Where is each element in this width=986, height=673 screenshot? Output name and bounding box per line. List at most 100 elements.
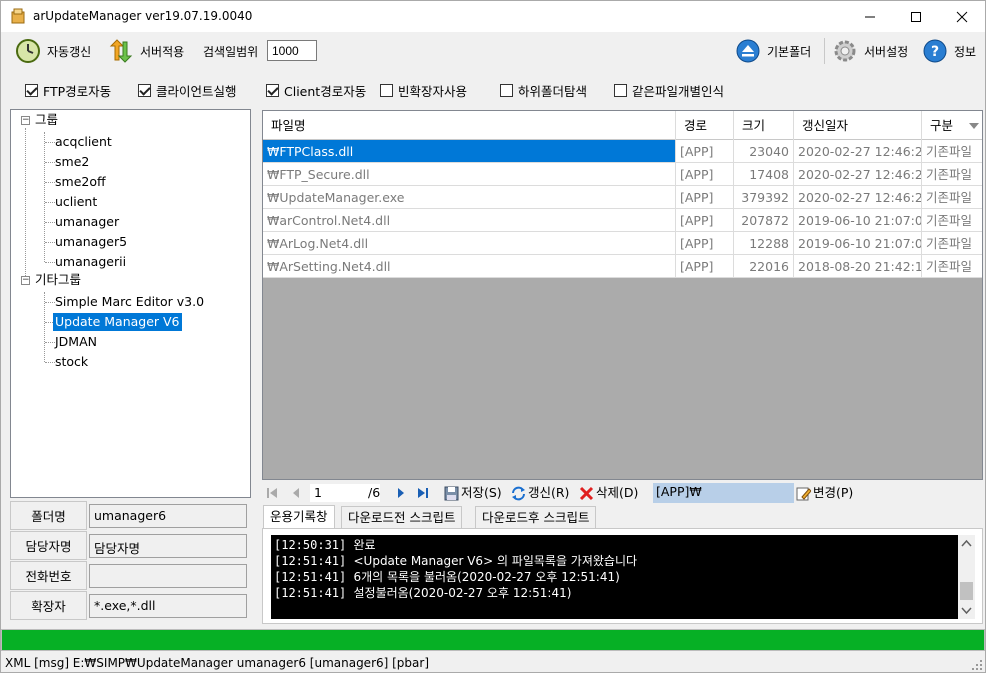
same-file-individual-checkbox[interactable]: 같은파일개별인식 (614, 81, 724, 100)
cell-date[interactable]: 2020-02-27 12:46:20 (794, 186, 922, 209)
maximize-button[interactable] (893, 1, 939, 32)
last-page-button[interactable] (417, 484, 429, 502)
checkbox-box[interactable] (25, 84, 38, 97)
column-header-date[interactable]: 갱신일자 (794, 111, 922, 140)
cell-size[interactable]: 12288 (734, 232, 794, 255)
tab-post-download-script[interactable]: 다운로드후 스크립트 (475, 506, 597, 529)
cell-type[interactable]: 기존파일 (922, 140, 982, 163)
checkbox-box[interactable] (138, 84, 151, 97)
cell-type[interactable]: 기존파일 (922, 209, 982, 232)
client-path-auto-checkbox[interactable]: Client경로자동 (266, 81, 366, 100)
client-run-checkbox[interactable]: 클라이언트실행 (138, 81, 237, 100)
default-folder-button[interactable]: 기본폴더 (735, 36, 811, 66)
column-header-size[interactable]: 크기 (734, 111, 794, 140)
next-page-button[interactable] (395, 484, 407, 502)
cell-date[interactable]: 2019-06-10 21:07:09 (794, 232, 922, 255)
tree-collapse-icon[interactable]: − (21, 116, 30, 125)
group-tree[interactable]: − 그룹 acqclient sme2 sme2off uclient uman… (10, 109, 251, 498)
tree-item[interactable]: Simple Marc Editor v3.0 (55, 293, 204, 311)
server-apply-button[interactable]: 서버적용 (108, 36, 184, 66)
save-button[interactable]: 저장(S) (444, 484, 502, 502)
first-page-button[interactable] (266, 484, 278, 502)
tree-item-selected[interactable]: Update Manager V6 (53, 313, 182, 331)
ftp-path-auto-checkbox[interactable]: FTP경로자동 (25, 81, 111, 100)
table-row[interactable]: ₩UpdateManager.exe [APP] 379392 2020-02-27 … (263, 186, 982, 209)
tree-item[interactable]: umanager (55, 213, 119, 231)
cell-filename[interactable]: ₩UpdateManager.exe (263, 186, 676, 209)
cell-filename[interactable]: ₩ArLog.Net4.dll (263, 232, 676, 255)
cell-size[interactable]: 23040 (734, 140, 794, 163)
delete-button[interactable]: 삭제(D) (579, 484, 638, 502)
table-row[interactable]: ₩arControl.Net4.dll [APP] 207872 2019-06-10… (263, 209, 982, 232)
auto-update-button[interactable]: 자동갱신 (15, 36, 91, 66)
tree-item[interactable]: sme2 (55, 153, 89, 171)
table-row[interactable]: ₩FTP_Secure.dll [APP] 17408 2020-02-27 12:4… (263, 163, 982, 186)
checkbox-box[interactable] (500, 84, 513, 97)
tree-group-node[interactable]: 기타그룹 (35, 271, 81, 289)
owner-field[interactable]: 담당자명 (89, 534, 247, 558)
tree-collapse-icon[interactable]: − (21, 276, 30, 285)
checkbox-box[interactable] (266, 84, 279, 97)
server-settings-button[interactable]: 서버설정 (832, 36, 908, 66)
table-row[interactable]: ₩ArSetting.Net4.dll [APP] 22016 2018-08-20 … (263, 255, 982, 278)
cell-type[interactable]: 기존파일 (922, 163, 982, 186)
tree-item[interactable]: sme2off (55, 173, 106, 191)
cell-date[interactable]: 2020-02-27 12:46:20 (794, 140, 922, 163)
cell-path[interactable]: [APP] (676, 163, 734, 186)
cell-path[interactable]: [APP] (676, 255, 734, 278)
table-row[interactable]: ₩ArLog.Net4.dll [APP] 12288 2019-06-10 21:0… (263, 232, 982, 255)
tree-item[interactable]: stock (55, 353, 88, 371)
cell-filename[interactable]: ₩FTP_Secure.dll (263, 163, 676, 186)
file-grid[interactable]: 파일명 경로 크기 갱신일자 구분 ₩FTPClass.dll [APP] 2304… (262, 110, 983, 480)
cell-type[interactable]: 기존파일 (922, 232, 982, 255)
cell-size[interactable]: 379392 (734, 186, 794, 209)
search-range-input[interactable] (267, 40, 317, 61)
cell-size[interactable]: 207872 (734, 209, 794, 232)
scroll-down-icon[interactable] (958, 603, 975, 617)
tab-operation-log[interactable]: 운용기록창 (263, 505, 335, 530)
extension-field[interactable]: *.exe,*.dll (89, 594, 247, 618)
empty-extension-checkbox[interactable]: 빈확장자사용 (380, 81, 467, 100)
minimize-button[interactable] (847, 1, 893, 32)
column-header-path[interactable]: 경로 (676, 111, 734, 140)
tree-item[interactable]: umanager5 (55, 233, 127, 251)
cell-date[interactable]: 2019-06-10 21:07:09 (794, 209, 922, 232)
cell-date[interactable]: 2018-08-20 21:42:15 (794, 255, 922, 278)
cell-type[interactable]: 기존파일 (922, 186, 982, 209)
log-console[interactable]: [12:50:31] 완료 [12:51:41] <Update Manager… (271, 535, 975, 619)
tree-item[interactable]: uclient (55, 193, 97, 211)
cell-filename[interactable]: ₩arControl.Net4.dll (263, 209, 676, 232)
tree-item[interactable]: acqclient (55, 133, 112, 151)
tree-item[interactable]: JDMAN (55, 333, 97, 351)
close-button[interactable] (939, 1, 985, 32)
checkbox-box[interactable] (614, 84, 627, 97)
about-button[interactable]: ? 정보 (922, 36, 976, 66)
folder-field[interactable]: umanager6 (89, 504, 247, 528)
cell-filename[interactable]: ₩ArSetting.Net4.dll (263, 255, 676, 278)
cell-type[interactable]: 기존파일 (922, 255, 982, 278)
cell-path[interactable]: [APP] (676, 232, 734, 255)
tree-item[interactable]: umanagerii (55, 253, 126, 271)
scroll-thumb[interactable] (960, 582, 973, 600)
cell-size[interactable]: 17408 (734, 163, 794, 186)
tree-group-node[interactable]: 그룹 (35, 111, 58, 129)
phone-field[interactable] (89, 564, 247, 588)
refresh-button[interactable]: 갱신(R) (511, 484, 569, 502)
table-row[interactable]: ₩FTPClass.dll [APP] 23040 2020-02-27 12:46:… (263, 140, 982, 163)
cell-path[interactable]: [APP] (676, 140, 734, 163)
log-scrollbar[interactable] (958, 535, 975, 619)
tab-pre-download-script[interactable]: 다운로드전 스크립트 (341, 506, 463, 529)
change-button[interactable]: 변경(P) (796, 484, 853, 502)
path-input[interactable]: [APP]₩ (653, 483, 794, 503)
scroll-up-icon[interactable] (958, 537, 975, 551)
column-header-filename[interactable]: 파일명 (263, 111, 676, 140)
cell-path[interactable]: [APP] (676, 209, 734, 232)
subfolder-search-checkbox[interactable]: 하위폴더탐색 (500, 81, 587, 100)
cell-filename[interactable]: ₩FTPClass.dll (263, 140, 676, 163)
resize-grip-icon[interactable] (971, 659, 983, 671)
checkbox-box[interactable] (380, 84, 393, 97)
cell-path[interactable]: [APP] (676, 186, 734, 209)
cell-size[interactable]: 22016 (734, 255, 794, 278)
prev-page-button[interactable] (290, 484, 302, 502)
column-header-type[interactable]: 구분 (922, 111, 982, 140)
